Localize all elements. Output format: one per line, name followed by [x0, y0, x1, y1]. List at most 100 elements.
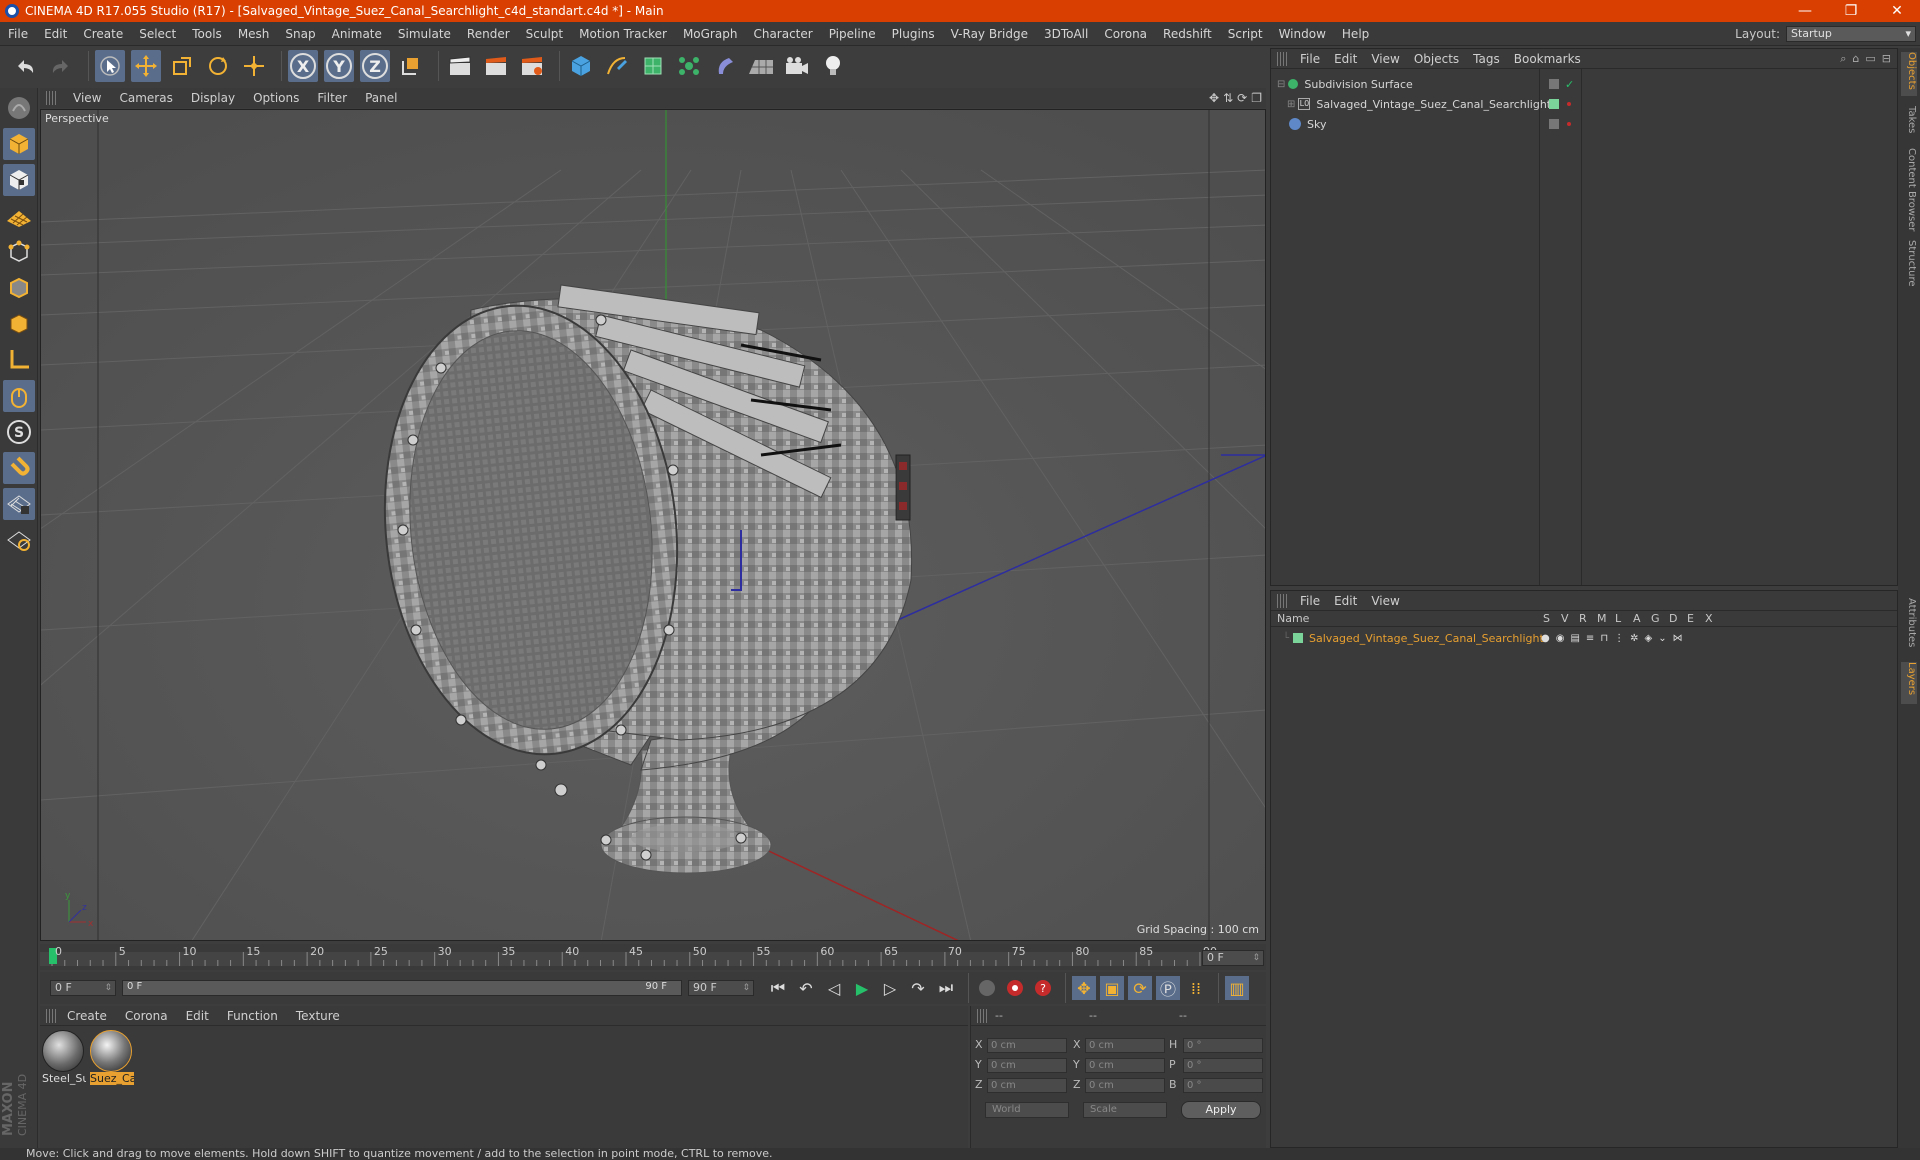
layout-select[interactable]: Startup: [1786, 25, 1916, 42]
undo-button[interactable]: [10, 50, 40, 82]
workplane-mode-button[interactable]: [3, 200, 35, 232]
points-mode-button[interactable]: [3, 236, 35, 268]
edges-mode-button[interactable]: [3, 272, 35, 304]
viewport-pan-icon[interactable]: ✥: [1209, 91, 1219, 105]
menu-pipeline[interactable]: Pipeline: [821, 27, 884, 41]
object-row[interactable]: ⊟ Subdivision Surface ✓: [1277, 75, 1897, 93]
menu-snap[interactable]: Snap: [277, 27, 323, 41]
tab-layers[interactable]: Layers: [1901, 662, 1917, 704]
coordinate-system-button[interactable]: [396, 50, 426, 82]
material-menu-create[interactable]: Create: [58, 1009, 116, 1023]
floor-button[interactable]: [746, 50, 776, 82]
x-axis-button[interactable]: X: [288, 50, 318, 82]
lock-icon[interactable]: ▭: [1865, 52, 1875, 66]
z-axis-button[interactable]: Z: [360, 50, 390, 82]
key-position-button[interactable]: ✥: [1072, 976, 1096, 1000]
close-button[interactable]: ✕: [1874, 3, 1920, 19]
restore-button[interactable]: ❐: [1828, 3, 1874, 19]
transform-tool-button[interactable]: [239, 50, 269, 82]
rotate-tool-button[interactable]: [203, 50, 233, 82]
rotation-b-field[interactable]: 0 °: [1183, 1078, 1263, 1093]
rotation-h-field[interactable]: 0 °: [1183, 1038, 1263, 1053]
next-key-button[interactable]: ↷: [906, 976, 930, 1000]
camera-button[interactable]: [782, 50, 812, 82]
subdivision-surface-button[interactable]: [638, 50, 668, 82]
viewport-menu-view[interactable]: View: [64, 91, 110, 105]
objects-menu-edit[interactable]: Edit: [1327, 52, 1364, 66]
visible-eye-icon[interactable]: ◉: [1556, 633, 1565, 644]
previous-key-button[interactable]: ↶: [794, 976, 818, 1000]
minimize-button[interactable]: —: [1782, 3, 1828, 19]
enabled-check-icon[interactable]: ✓: [1565, 78, 1574, 91]
size-mode-select[interactable]: Scale: [1083, 1102, 1167, 1118]
deformer-toggle-icon[interactable]: ◈: [1645, 633, 1653, 644]
menu-render[interactable]: Render: [459, 27, 518, 41]
cube-button[interactable]: [566, 50, 596, 82]
xref-toggle-icon[interactable]: ⋈: [1673, 633, 1683, 644]
viewport-orbit-icon[interactable]: ⟳: [1237, 91, 1247, 105]
viewport-menu-cameras[interactable]: Cameras: [110, 91, 181, 105]
tab-structure[interactable]: Structure: [1901, 240, 1917, 292]
layer-row[interactable]: └ Salvaged_Vintage_Suez_Canal_Searchligh…: [1277, 629, 1897, 647]
menu-corona[interactable]: Corona: [1096, 27, 1155, 41]
viewport-menu-filter[interactable]: Filter: [308, 91, 356, 105]
current-frame-field[interactable]: 0 F: [1202, 950, 1264, 966]
menu-animate[interactable]: Animate: [324, 27, 390, 41]
snap-button[interactable]: [3, 452, 35, 484]
new-window-icon[interactable]: ⊟: [1882, 52, 1891, 66]
object-row[interactable]: Sky: [1277, 115, 1897, 133]
expression-toggle-icon[interactable]: ⌄: [1658, 633, 1666, 644]
light-button[interactable]: [818, 50, 848, 82]
move-tool-button[interactable]: [131, 50, 161, 82]
cloner-button[interactable]: [674, 50, 704, 82]
lock-toggle-icon[interactable]: ⊓: [1600, 633, 1608, 644]
timeline-ruler[interactable]: 051015202530354045505560657075808590 0 F: [40, 944, 1266, 970]
render-settings-button[interactable]: [517, 50, 547, 82]
key-pla-button[interactable]: ⁞⁞: [1184, 976, 1208, 1000]
home-icon[interactable]: ⌂: [1852, 52, 1859, 66]
rotation-p-field[interactable]: 0 °: [1183, 1058, 1263, 1073]
layer-color-icon[interactable]: [1293, 633, 1304, 643]
end-frame-field[interactable]: 90 F: [688, 980, 754, 996]
size-x-field[interactable]: 0 cm: [1085, 1038, 1165, 1053]
go-to-end-button[interactable]: ⏭: [934, 976, 958, 1000]
tab-objects[interactable]: Objects: [1901, 52, 1917, 96]
objects-menu-bookmarks[interactable]: Bookmarks: [1507, 52, 1588, 66]
y-axis-button[interactable]: Y: [324, 50, 354, 82]
tab-content-browser[interactable]: Content Browser: [1901, 148, 1917, 232]
tab-attributes[interactable]: Attributes: [1901, 598, 1917, 656]
menu-character[interactable]: Character: [745, 27, 820, 41]
menu-file[interactable]: File: [0, 27, 36, 41]
live-selection-button[interactable]: [95, 50, 125, 82]
menu-motion-tracker[interactable]: Motion Tracker: [571, 27, 675, 41]
position-z-field[interactable]: 0 cm: [987, 1078, 1067, 1093]
go-to-start-button[interactable]: ⏮: [766, 976, 790, 1000]
menu-simulate[interactable]: Simulate: [390, 27, 459, 41]
timeline-window-button[interactable]: ▥: [1225, 976, 1249, 1000]
menu-help[interactable]: Help: [1334, 27, 1377, 41]
menu-mesh[interactable]: Mesh: [230, 27, 278, 41]
motion-record-button[interactable]: [975, 976, 999, 1000]
menu-plugins[interactable]: Plugins: [884, 27, 943, 41]
polygons-mode-button[interactable]: [3, 308, 35, 340]
render-toggle-icon[interactable]: ▤: [1570, 633, 1579, 644]
planar-workplane-button[interactable]: [3, 524, 35, 556]
next-frame-button[interactable]: ▷: [878, 976, 902, 1000]
material-menu-function[interactable]: Function: [218, 1009, 287, 1023]
objects-menu-view[interactable]: View: [1364, 52, 1406, 66]
locked-workplane-button[interactable]: [3, 488, 35, 520]
solo-button[interactable]: S: [3, 416, 35, 448]
material-menu-texture[interactable]: Texture: [287, 1009, 349, 1023]
coordinate-space-select[interactable]: World: [985, 1102, 1069, 1118]
manager-toggle-icon[interactable]: ≡: [1586, 633, 1594, 644]
deformer-button[interactable]: [710, 50, 740, 82]
axis-mode-button[interactable]: [3, 344, 35, 376]
make-editable-button[interactable]: [3, 92, 35, 124]
viewport-menu-options[interactable]: Options: [244, 91, 308, 105]
pen-spline-button[interactable]: [602, 50, 632, 82]
viewport-maximize-icon[interactable]: ❐: [1251, 91, 1262, 105]
tweak-mode-button[interactable]: [3, 380, 35, 412]
objects-menu-tags[interactable]: Tags: [1466, 52, 1507, 66]
autokey-button[interactable]: ?: [1031, 976, 1055, 1000]
layers-menu-file[interactable]: File: [1293, 594, 1327, 608]
